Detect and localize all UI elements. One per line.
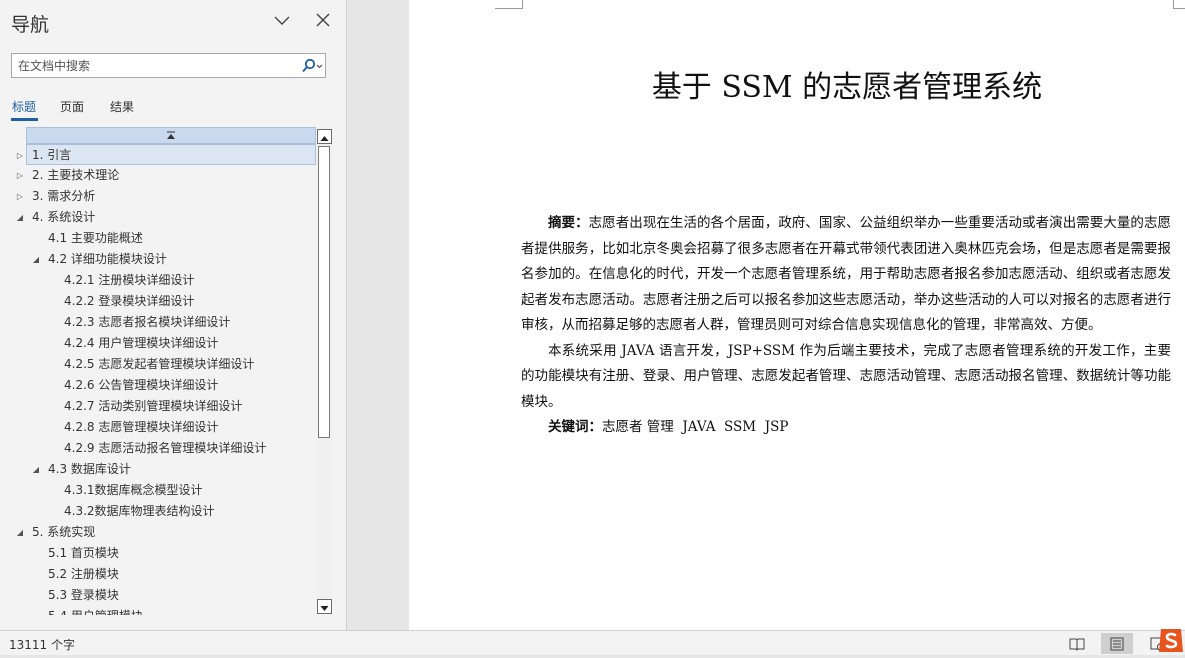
abstract-text: 志愿者出现在生活的各个居面，政府、国家、公益组织举办一些重要活动或者演出需要大量… [521,215,1172,333]
tab-headings[interactable]: 标题 [12,98,36,115]
collapsed-triangle-icon[interactable]: ▷ [15,186,25,207]
heading-item[interactable]: 5.4 用户管理模块 [0,606,316,615]
crop-mark [495,0,523,9]
search-box [11,53,326,78]
expanded-triangle-icon[interactable]: ◢ [31,459,41,480]
heading-label: 5.2 注册模块 [48,567,119,581]
heading-item[interactable]: 4.2.1 注册模块详细设计 [0,270,316,291]
document-body: 摘要：志愿者出现在生活的各个居面，政府、国家、公益组织举办一些重要活动或者演出需… [521,211,1171,441]
heading-item[interactable]: ▷ 1. 引言 [17,144,316,165]
heading-label: 2. 主要技术理论 [32,168,120,182]
tab-results[interactable]: 结果 [110,98,134,115]
heading-label: 4.1 主要功能概述 [48,231,143,245]
heading-label: 4.3.1数据库概念模型设计 [64,483,203,497]
heading-item[interactable]: ▷ 2. 主要技术理论 [0,165,316,186]
nav-scrollbar[interactable] [317,128,332,614]
heading-item[interactable]: ◢ 4. 系统设计 [0,207,316,228]
expanded-triangle-icon[interactable]: ◢ [15,207,25,228]
heading-label: 1. 引言 [32,148,72,162]
triangle-up-icon [320,136,329,141]
heading-item[interactable]: 4.1 主要功能概述 [0,228,316,249]
heading-item[interactable]: 5.3 登录模块 [0,585,316,606]
scrollbar-thumb[interactable] [318,146,330,438]
heading-list: ▷ 1. 引言 ▷ 2. 主要技术理论 ▷ 3. 需求分析 ◢ 4. 系统设计 4.1 主要功能… [0,144,316,615]
keywords-label: 关键词： [548,419,602,435]
sogou-ime-logo-icon[interactable] [1157,626,1185,655]
collapse-all-button[interactable] [26,127,316,144]
heading-label: 3. 需求分析 [32,189,96,203]
keywords-text: 志愿者 管理 JAVA SSM JSP [602,419,789,435]
active-tab-indicator [11,118,38,121]
heading-label: 4.2.4 用户管理模块详细设计 [64,336,219,350]
collapsed-triangle-icon[interactable]: ▷ [15,165,25,186]
word-count[interactable]: 13111 个字 [9,636,75,653]
abstract-label: 摘要： [548,215,589,231]
heading-label: 4.2.5 志愿发起者管理模块详细设计 [64,357,255,371]
heading-label: 4.2.3 志愿者报名模块详细设计 [64,315,231,329]
expanded-triangle-icon[interactable]: ◢ [15,522,25,543]
document-page[interactable]: 基于 SSM 的志愿者管理系统 摘要：志愿者出现在生活的各个居面，政府、国家、公… [409,0,1185,630]
heading-tree: ▷ 1. 引言 ▷ 2. 主要技术理论 ▷ 3. 需求分析 ◢ 4. 系统设计 4.1 主要功能… [0,127,332,615]
heading-label: 4.2.6 公告管理模块详细设计 [64,378,219,392]
heading-label: 5.3 登录模块 [48,588,119,602]
status-bar: 13111 个字 [0,630,1185,655]
heading-item[interactable]: 4.2.9 志愿活动报名管理模块详细设计 [0,438,316,459]
heading-item[interactable]: 5.1 首页模块 [0,543,316,564]
abstract-paragraph: 摘要：志愿者出现在生活的各个居面，政府、国家、公益组织举办一些重要活动或者演出需… [521,211,1171,339]
heading-item[interactable]: 4.3.2数据库物理表结构设计 [0,501,316,522]
heading-item[interactable]: 4.2.7 活动类别管理模块详细设计 [0,396,316,417]
tab-pages[interactable]: 页面 [60,98,84,115]
chevron-down-icon[interactable] [272,10,292,30]
heading-item[interactable]: 4.3.1数据库概念模型设计 [0,480,316,501]
heading-label: 4.2.1 注册模块详细设计 [64,273,195,287]
heading-label: 5.4 用户管理模块 [48,606,143,615]
search-input[interactable] [12,54,306,77]
book-icon [1069,638,1085,651]
heading-label: 4. 系统设计 [32,210,96,224]
scroll-up-button[interactable] [317,129,332,144]
heading-item[interactable]: ▷ 3. 需求分析 [0,186,316,207]
collapsed-triangle-icon[interactable]: ▷ [15,145,25,166]
expanded-triangle-icon[interactable]: ◢ [31,249,41,270]
heading-item[interactable]: 4.2.4 用户管理模块详细设计 [0,333,316,354]
document-title: 基于 SSM 的志愿者管理系统 [651,70,1043,105]
heading-item[interactable]: 4.2.6 公告管理模块详细设计 [0,375,316,396]
read-mode-button[interactable] [1061,633,1093,654]
scroll-down-button[interactable] [317,599,332,614]
triangle-down-icon [320,606,329,611]
navigation-pane: 导航 标题 页面 结果 ▷ 1. 引言 ▷ 2. 主要技术理论 ▷ 3. 需求分析 ◢ 4. … [0,0,347,630]
abstract-paragraph-2: 本系统采用 JAVA 语言开发，JSP+SSM 作为后端主要技术，完成了志愿者管… [521,342,1171,410]
heading-label: 5.1 首页模块 [48,546,119,560]
collapse-up-icon [167,131,175,139]
heading-item[interactable]: ◢ 4.3 数据库设计 [0,459,316,480]
keywords-paragraph: 关键词：志愿者 管理 JAVA SSM JSP [521,415,1171,441]
search-icon[interactable] [300,58,324,74]
heading-item[interactable]: 4.2.3 志愿者报名模块详细设计 [0,312,316,333]
heading-item[interactable]: 4.2.8 志愿管理模块详细设计 [0,417,316,438]
print-layout-button[interactable] [1101,633,1133,654]
nav-title: 导航 [11,14,50,36]
heading-label: 4.2.2 登录模块详细设计 [64,294,195,308]
heading-item[interactable]: 5.2 注册模块 [0,564,316,585]
crop-mark [1173,0,1185,9]
heading-label: 4.3 数据库设计 [48,462,131,476]
heading-label: 4.2.8 志愿管理模块详细设计 [64,420,219,434]
heading-label: 4.2.9 志愿活动报名管理模块详细设计 [64,441,267,455]
heading-item[interactable]: 4.2.5 志愿发起者管理模块详细设计 [0,354,316,375]
heading-item[interactable]: ◢ 4.2 详细功能模块设计 [0,249,316,270]
heading-label: 4.3.2数据库物理表结构设计 [64,504,215,518]
close-icon[interactable] [314,11,332,29]
heading-label: 4.2.7 活动类别管理模块详细设计 [64,399,243,413]
heading-item[interactable]: 4.2.2 登录模块详细设计 [0,291,316,312]
heading-label: 4.2 详细功能模块设计 [48,252,167,266]
heading-item[interactable]: ◢ 5. 系统实现 [0,522,316,543]
heading-label: 5. 系统实现 [32,525,96,539]
page-layout-icon [1110,637,1124,651]
